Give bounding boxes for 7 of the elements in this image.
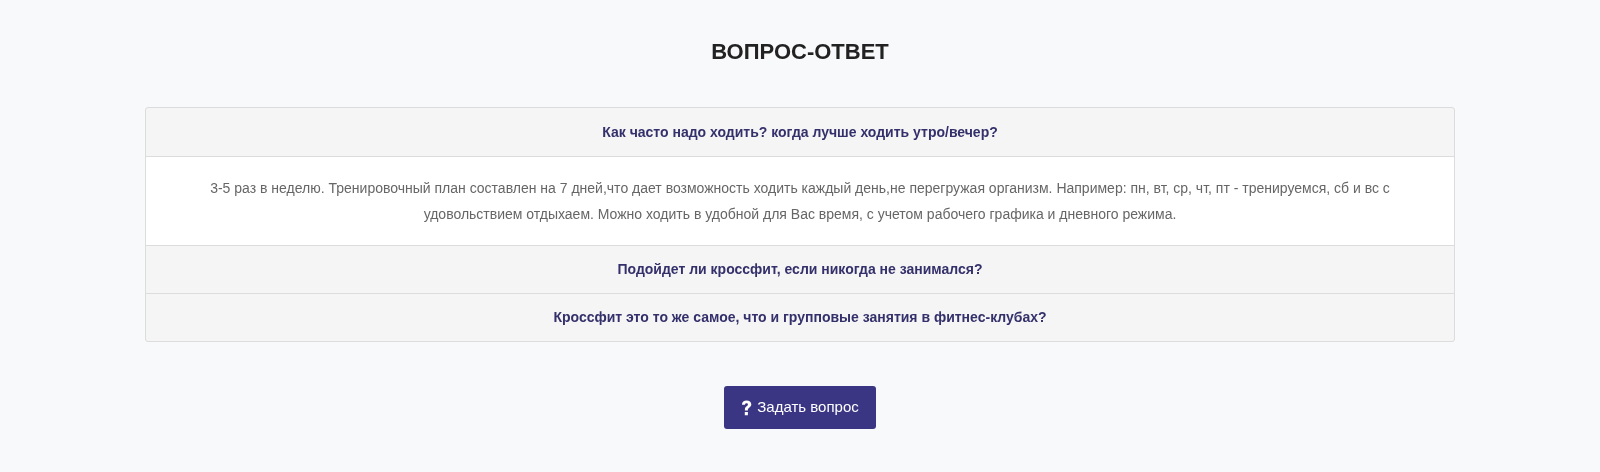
question-header[interactable]: Подойдет ли кроссфит, если никогда не занимался?: [146, 245, 1454, 293]
question-mark-icon: [741, 399, 753, 416]
ask-question-button[interactable]: Задать вопрос: [724, 386, 876, 429]
answer-text: 3-5 раз в неделю. Тренировочный план составлен на 7 дней,что дает возможность ходить каждый день,не перегружая организм. Например: пн, вт, ср, чт, пт - тренируемся, сб и вс с удовольствием отдыхаем. Можно ходить в удобной для Вас время, с учетом рабочего графика и дневного режима.: [209, 179, 1391, 224]
page-title: ВОПРОС-ОТВЕТ: [711, 38, 889, 66]
question-header[interactable]: Как часто надо ходить? когда лучше ходить утро/вечер?: [146, 108, 1454, 156]
question-header[interactable]: Кроссфит это то же самое, что и групповые занятия в фитнес-клубах?: [146, 293, 1454, 341]
